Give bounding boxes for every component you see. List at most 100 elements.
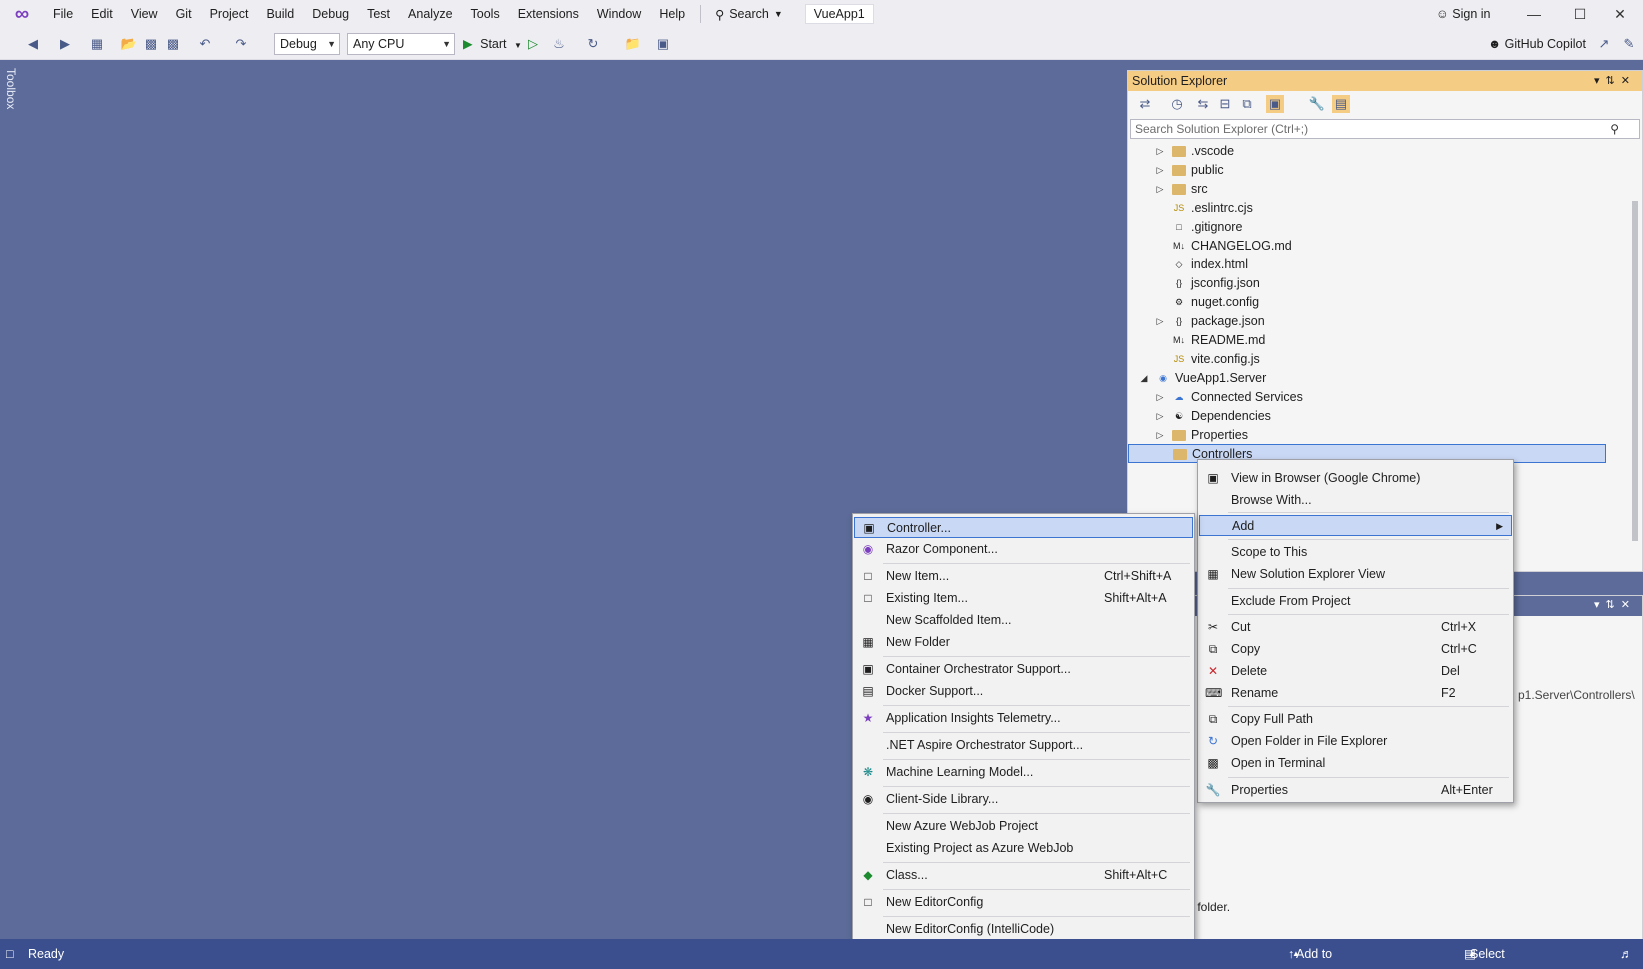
menu-item-new-editorconfig[interactable]: □ New EditorConfig	[854, 892, 1193, 913]
undo-icon[interactable]: ↶	[196, 35, 214, 53]
menu-item-rename[interactable]: ⌨ Rename F2	[1199, 683, 1512, 704]
menu-item-properties[interactable]: 🔧 Properties Alt+Enter	[1199, 780, 1512, 801]
menu-view[interactable]: View	[122, 0, 167, 28]
scrollbar-thumb[interactable]	[1632, 201, 1638, 541]
solution-explorer-scrollbar[interactable]	[1630, 141, 1640, 571]
menu-analyze[interactable]: Analyze	[399, 0, 461, 28]
tree-item[interactable]: ▷ ☯ Dependencies	[1128, 407, 1606, 426]
start-debugging-button[interactable]: ▶ Start ▼	[463, 33, 522, 55]
solution-name-badge[interactable]: VueApp1	[804, 4, 874, 24]
panel-controls[interactable]: ▾⇅✕	[1594, 71, 1636, 91]
navigate-back-icon[interactable]: ◀	[24, 35, 42, 53]
save-icon[interactable]: ▩	[142, 35, 160, 53]
menu-item-machine-learning-model[interactable]: ❋ Machine Learning Model...	[854, 762, 1193, 783]
feedback-icon[interactable]: ✎	[1620, 35, 1638, 53]
menu-item-copy-full-path[interactable]: ⧉ Copy Full Path	[1199, 709, 1512, 730]
search-icon[interactable]: ⚲	[1610, 120, 1619, 138]
menu-tools[interactable]: Tools	[462, 0, 509, 28]
configuration-dropdown[interactable]: Debug ▼	[274, 33, 340, 55]
menu-item-add[interactable]: Add ▶	[1199, 515, 1512, 536]
tree-item[interactable]: ▷ src	[1128, 180, 1606, 199]
properties-wrench-icon[interactable]: 🔧	[1308, 95, 1326, 113]
menu-item-scope-to-this[interactable]: Scope to This	[1199, 542, 1512, 563]
navigate-forward-icon[interactable]: ▶	[56, 35, 74, 53]
expand-arrow-icon[interactable]: ▷	[1154, 142, 1166, 161]
expand-arrow-icon[interactable]: ▷	[1154, 388, 1166, 407]
start-without-debugging-icon[interactable]: ▷	[524, 35, 542, 53]
menu-item-existing-project-as-azure-webjob[interactable]: Existing Project as Azure WebJob	[854, 838, 1193, 859]
menu-git[interactable]: Git	[167, 0, 201, 28]
menu-item-new-solution-explorer-view[interactable]: ▦ New Solution Explorer View	[1199, 564, 1512, 585]
menu-item-existing-item[interactable]: □ Existing Item... Shift+Alt+A	[854, 588, 1193, 609]
menu-item-new-editorconfig-intellicode[interactable]: New EditorConfig (IntelliCode)	[854, 919, 1193, 940]
menu-item-delete[interactable]: ✕ Delete Del	[1199, 661, 1512, 682]
menu-file[interactable]: File	[44, 0, 82, 28]
sign-in-button[interactable]: ☺ Sign in	[1436, 0, 1490, 28]
save-all-icon[interactable]: ▩	[164, 35, 182, 53]
preview-icon[interactable]: ▤	[1332, 95, 1350, 113]
github-copilot-button[interactable]: ☻ GitHub Copilot	[1488, 33, 1586, 55]
menu-item-container-orchestrator-support[interactable]: ▣ Container Orchestrator Support...	[854, 659, 1193, 680]
tree-item[interactable]: M↓ README.md	[1128, 331, 1606, 350]
menu-item-net-aspire-orchestrator-support[interactable]: .NET Aspire Orchestrator Support...	[854, 735, 1193, 756]
solution-explorer-search-input[interactable]: Search Solution Explorer (Ctrl+;) ⚲	[1130, 119, 1640, 139]
close-icon[interactable]: ✕	[1597, 0, 1643, 28]
menu-item-open-in-terminal[interactable]: ▩ Open in Terminal	[1199, 753, 1512, 774]
menu-item-docker-support[interactable]: ▤ Docker Support...	[854, 681, 1193, 702]
menu-item-view-in-browser-google-chrome[interactable]: ▣ View in Browser (Google Chrome)	[1199, 468, 1512, 489]
show-all-files-icon[interactable]: ⧉	[1238, 95, 1256, 113]
collapse-all-icon[interactable]: ⊟	[1216, 95, 1234, 113]
menu-test[interactable]: Test	[358, 0, 399, 28]
minimize-icon[interactable]: —	[1511, 0, 1557, 28]
menu-item-open-folder-in-file-explorer[interactable]: ↻ Open Folder in File Explorer	[1199, 731, 1512, 752]
tree-item[interactable]: ▷ {} package.json	[1128, 312, 1606, 331]
platform-dropdown[interactable]: Any CPU ▼	[347, 33, 455, 55]
menu-item-class[interactable]: ◆ Class... Shift+Alt+C	[854, 865, 1193, 886]
expand-arrow-icon[interactable]: ▷	[1154, 161, 1166, 180]
layout-icon[interactable]: ▣	[654, 35, 672, 53]
menu-item-new-azure-webjob-project[interactable]: New Azure WebJob Project	[854, 816, 1193, 837]
menu-item-new-item[interactable]: □ New Item... Ctrl+Shift+A	[854, 566, 1193, 587]
pending-changes-filter-icon[interactable]: ◷	[1168, 95, 1186, 113]
menu-extensions[interactable]: Extensions	[509, 0, 588, 28]
tree-item[interactable]: ▷ .vscode	[1128, 142, 1606, 161]
menu-help[interactable]: Help	[650, 0, 694, 28]
tree-item[interactable]: {} jsconfig.json	[1128, 274, 1606, 293]
tree-item[interactable]: ◢ ◉ VueApp1.Server	[1128, 369, 1606, 388]
tree-item[interactable]: M↓ CHANGELOG.md	[1128, 237, 1606, 256]
menu-item-new-folder[interactable]: ▦ New Folder	[854, 632, 1193, 653]
tree-item[interactable]: □ .gitignore	[1128, 218, 1606, 237]
menu-window[interactable]: Window	[588, 0, 650, 28]
menu-item-copy[interactable]: ⧉ Copy Ctrl+C	[1199, 639, 1512, 660]
new-project-icon[interactable]: ▦	[88, 35, 106, 53]
notifications-bell-icon[interactable]: ♬	[1620, 939, 1633, 969]
menu-item-client-side-library[interactable]: ◉ Client-Side Library...	[854, 789, 1193, 810]
preview-selected-icon[interactable]: ▣	[1266, 95, 1284, 113]
redo-icon[interactable]: ↷	[232, 35, 250, 53]
menu-item-application-insights-telemetry[interactable]: ★ Application Insights Telemetry...	[854, 708, 1193, 729]
output-icon[interactable]: □	[6, 939, 14, 969]
menu-item-browse-with[interactable]: Browse With...	[1199, 490, 1512, 511]
menu-item-exclude-from-project[interactable]: Exclude From Project	[1199, 591, 1512, 612]
menu-edit[interactable]: Edit	[82, 0, 122, 28]
menu-item-controller[interactable]: ▣ Controller...	[854, 517, 1193, 538]
expand-arrow-icon[interactable]: ▷	[1154, 180, 1166, 199]
tree-item[interactable]: ▷ public	[1128, 161, 1606, 180]
expanded-arrow-icon[interactable]: ◢	[1138, 369, 1150, 388]
expand-arrow-icon[interactable]: ▷	[1154, 426, 1166, 445]
expand-arrow-icon[interactable]: ▷	[1154, 312, 1166, 331]
tree-item[interactable]: ▷ Properties	[1128, 426, 1606, 445]
sync-active-document-icon[interactable]: ⇆	[1194, 95, 1212, 113]
share-icon[interactable]: ↗	[1595, 35, 1613, 53]
browse-folder-icon[interactable]: 📁	[624, 35, 642, 53]
open-file-icon[interactable]: 📂	[120, 35, 138, 53]
menu-debug[interactable]: Debug	[303, 0, 358, 28]
search-button[interactable]: ⚲ Search ▼	[707, 0, 791, 28]
hot-reload-icon[interactable]: ♨	[550, 35, 568, 53]
tree-item[interactable]: ◇ index.html	[1128, 255, 1606, 274]
switch-views-icon[interactable]: ⇄	[1136, 95, 1154, 113]
menu-item-new-scaffolded-item[interactable]: New Scaffolded Item...	[854, 610, 1193, 631]
menu-item-cut[interactable]: ✂ Cut Ctrl+X	[1199, 617, 1512, 638]
toolbox-tab[interactable]: Toolbox	[0, 60, 22, 120]
panel-controls[interactable]: ▾⇅✕	[1594, 598, 1636, 611]
